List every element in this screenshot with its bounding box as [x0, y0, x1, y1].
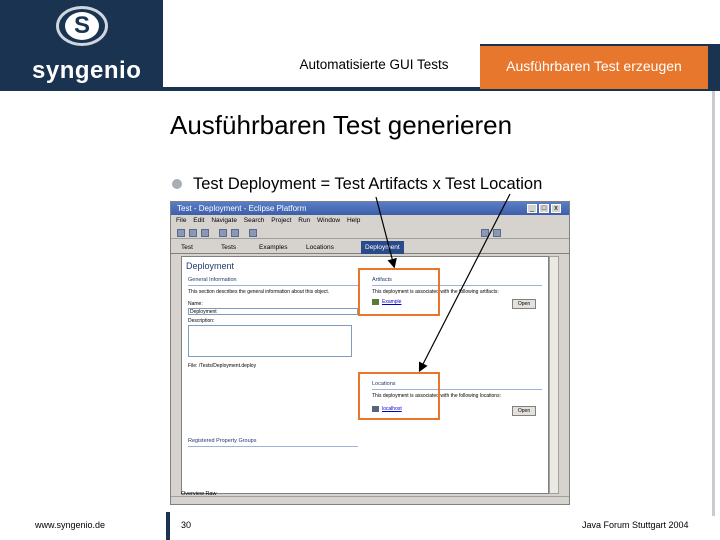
- menu-file[interactable]: File: [176, 217, 186, 224]
- locations-open-button[interactable]: Open: [512, 406, 536, 416]
- right-divider: [712, 91, 715, 516]
- java-perspective-icon[interactable]: [493, 229, 501, 237]
- name-label: Name:: [188, 301, 203, 307]
- header-tab-topic: Automatisierte GUI Tests: [299, 57, 449, 72]
- file-path-label: File: /Tests/Deployment.deploy: [188, 363, 257, 369]
- footer-divider: [166, 512, 170, 540]
- editor-scrollbar[interactable]: [549, 256, 559, 494]
- menu-edit[interactable]: Edit: [193, 217, 204, 224]
- footer-event: Java Forum Stuttgart 2004: [582, 520, 689, 530]
- maximize-icon[interactable]: □: [539, 204, 549, 213]
- artifacts-highlight: [358, 268, 440, 316]
- window-titlebar: Test - Deployment - Eclipse Platform _ □…: [171, 202, 569, 215]
- page-number: 30: [181, 520, 192, 530]
- save-icon[interactable]: [189, 229, 197, 237]
- tab-deployment[interactable]: Deployment: [361, 241, 404, 254]
- logo-letter: S: [65, 12, 99, 40]
- general-section-title[interactable]: General Information: [188, 277, 237, 284]
- window-title: Test - Deployment - Eclipse Platform: [177, 204, 307, 213]
- registered-section-rule: [188, 446, 358, 447]
- tab-test[interactable]: Test: [181, 241, 193, 254]
- name-field-value: Deployment: [190, 309, 217, 315]
- description-label: Description:: [188, 318, 215, 324]
- general-section-desc: This section describes the general infor…: [188, 289, 330, 295]
- close-icon[interactable]: x: [551, 204, 561, 213]
- general-section-rule: [188, 285, 358, 286]
- registered-section-title[interactable]: Registered Property Groups: [188, 438, 256, 445]
- menu-navigate[interactable]: Navigate: [211, 217, 237, 224]
- editor-heading: Deployment: [186, 261, 235, 271]
- name-field[interactable]: Deployment: [188, 308, 358, 315]
- print-icon[interactable]: [201, 229, 209, 237]
- perspective-icon[interactable]: [481, 229, 489, 237]
- menu-search[interactable]: Search: [244, 217, 265, 224]
- tab-tests[interactable]: Tests: [221, 241, 236, 254]
- eclipse-screenshot: Test - Deployment - Eclipse Platform _ □…: [170, 201, 570, 505]
- tab-examples[interactable]: Examples: [259, 241, 288, 254]
- footer-website[interactable]: www.syngenio.de: [35, 519, 105, 531]
- menu-project[interactable]: Project: [271, 217, 291, 224]
- status-bar: [171, 496, 569, 504]
- minimize-icon[interactable]: _: [527, 204, 537, 213]
- slide-title: Ausführbaren Test generieren: [170, 110, 513, 140]
- menu-run[interactable]: Run: [298, 217, 310, 224]
- run-icon[interactable]: [231, 229, 239, 237]
- description-field[interactable]: [188, 325, 352, 357]
- debug-icon[interactable]: [219, 229, 227, 237]
- new-icon[interactable]: [177, 229, 185, 237]
- logo-wordmark: syngenio: [32, 57, 142, 84]
- editor-tabs: Test Tests Examples Locations Deployment: [171, 241, 569, 254]
- search-icon[interactable]: [249, 229, 257, 237]
- locations-highlight: [358, 372, 440, 420]
- artifacts-open-button[interactable]: Open: [512, 299, 536, 309]
- header-tab-active: Ausführbaren Test erzeugen: [480, 46, 708, 89]
- menu-window[interactable]: Window: [317, 217, 340, 224]
- menu-help[interactable]: Help: [347, 217, 360, 224]
- bullet-icon: [172, 179, 182, 189]
- bullet-text: Test Deployment = Test Artifacts x Test …: [193, 175, 543, 193]
- tab-locations[interactable]: Locations: [306, 241, 334, 254]
- menu-bar: File Edit Navigate Search Project Run Wi…: [171, 215, 569, 226]
- toolbar: [171, 227, 569, 239]
